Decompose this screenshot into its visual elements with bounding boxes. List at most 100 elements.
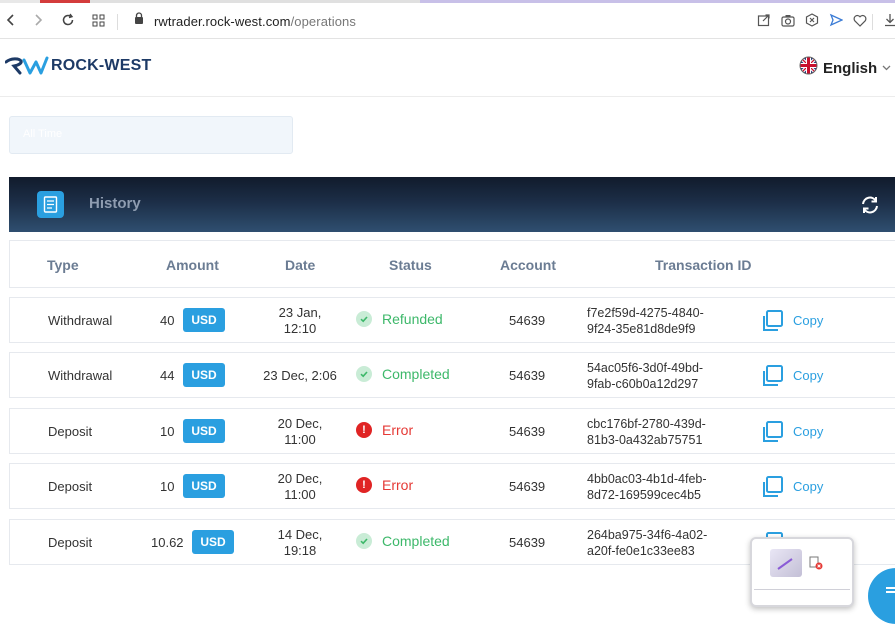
row-amount: 44 xyxy=(160,368,175,383)
check-icon xyxy=(356,366,372,382)
row-date-line2: 12:10 xyxy=(283,321,317,336)
copy-icon[interactable] xyxy=(760,364,784,388)
row-date-line2: 11:00 xyxy=(284,487,316,502)
toolbar-divider xyxy=(872,14,873,30)
close-circle-icon[interactable] xyxy=(802,10,822,30)
history-banner: History xyxy=(9,177,895,232)
row-date-line1: 14 Dec, xyxy=(277,527,323,542)
row-account: 54639 xyxy=(509,313,546,328)
table-row: Withdrawal 44 USD 23 Dec, 2:06 Completed… xyxy=(9,352,895,398)
row-date-line2: 19:18 xyxy=(283,543,317,558)
txid-line1: cbc176bf-2780-439d- xyxy=(587,417,706,431)
status-label: Completed xyxy=(382,366,450,382)
chat-icon xyxy=(886,587,895,593)
language-label: English xyxy=(823,59,878,77)
row-amount: 10.62 xyxy=(151,535,184,550)
send-icon[interactable] xyxy=(826,10,846,30)
row-transaction-id: cbc176bf-2780-439d- 81b3-0a432ab75751 xyxy=(587,416,706,448)
currency-badge: USD xyxy=(183,363,225,387)
row-account: 54639 xyxy=(509,424,546,439)
camera-icon[interactable] xyxy=(778,10,798,30)
copy-icon[interactable] xyxy=(760,475,784,499)
currency-badge: USD xyxy=(192,530,234,554)
toolbar-divider xyxy=(117,14,118,30)
check-icon xyxy=(356,533,372,549)
copy-button[interactable]: Copy xyxy=(793,313,823,328)
forward-icon[interactable] xyxy=(27,9,49,31)
column-header-status[interactable]: Status xyxy=(389,257,432,273)
row-status: Completed xyxy=(356,366,450,382)
logo-mark-icon xyxy=(5,56,49,75)
row-date-line1: 20 Dec, xyxy=(277,416,323,431)
row-amount: 10 xyxy=(160,424,175,439)
receipt-icon xyxy=(37,191,64,218)
row-transaction-id: 4bb0ac03-4b1d-4feb- 8d72-169599cec4b5 xyxy=(587,471,707,503)
status-label: Error xyxy=(382,477,414,493)
history-title: History xyxy=(89,195,141,212)
logo[interactable]: ROCK-WEST xyxy=(5,55,151,77)
heart-icon[interactable] xyxy=(850,10,870,30)
floating-popup[interactable] xyxy=(750,537,854,607)
refresh-icon[interactable] xyxy=(857,192,883,218)
row-date: 23 Jan, 12:10 xyxy=(250,305,350,337)
address-bar[interactable]: rwtrader.rock-west.com/operations xyxy=(134,10,356,32)
check-icon xyxy=(356,311,372,327)
reload-icon[interactable] xyxy=(57,9,79,31)
blocked-image-icon xyxy=(808,555,824,576)
row-date: 20 Dec, 11:00 xyxy=(250,471,350,503)
chat-button[interactable] xyxy=(868,568,895,624)
row-date-line1: 23 Dec, 2:06 xyxy=(263,368,337,383)
row-date-line2: 11:00 xyxy=(284,432,316,447)
share-icon[interactable] xyxy=(754,10,774,30)
txid-line1: 264ba975-34f6-4a02- xyxy=(587,528,708,542)
popup-thumbnail xyxy=(770,549,802,577)
uk-flag-icon xyxy=(799,56,818,80)
row-status: ! Error xyxy=(356,477,413,493)
column-header-type[interactable]: Type xyxy=(47,257,79,273)
row-amount: 40 xyxy=(160,313,175,328)
apps-icon[interactable] xyxy=(87,9,109,31)
txid-line1: 54ac05f6-3d0f-49bd- xyxy=(587,361,704,375)
browser-toolbar: rwtrader.rock-west.com/operations xyxy=(0,3,895,39)
txid-line2: a20f-fe0e1c33ee83 xyxy=(587,544,695,558)
row-status: ! Error xyxy=(356,422,413,438)
row-account: 54639 xyxy=(509,368,546,383)
status-label: Error xyxy=(382,422,414,438)
back-icon[interactable] xyxy=(0,9,22,31)
language-selector[interactable]: English xyxy=(799,56,891,80)
row-date-line1: 20 Dec, xyxy=(277,471,323,486)
error-icon: ! xyxy=(356,477,372,493)
table-row: Deposit 10 USD 20 Dec, 11:00 ! Error 546… xyxy=(9,463,895,509)
row-type: Deposit xyxy=(48,424,93,439)
txid-line2: 9f24-35e81d8de9f9 xyxy=(587,322,696,336)
site-header: ROCK-WEST English xyxy=(0,40,895,97)
status-label: Refunded xyxy=(382,311,443,327)
download-icon[interactable] xyxy=(880,10,895,30)
copy-button[interactable]: Copy xyxy=(793,479,823,494)
error-icon: ! xyxy=(356,422,372,438)
table-header: Type Amount Date Status Account Transact… xyxy=(9,240,895,288)
row-transaction-id: f7e2f59d-4275-4840- 9f24-35e81d8de9f9 xyxy=(587,305,704,337)
copy-button[interactable]: Copy xyxy=(793,424,823,439)
column-header-amount[interactable]: Amount xyxy=(166,257,219,273)
copy-icon[interactable] xyxy=(760,420,784,444)
row-status: Completed xyxy=(356,533,450,549)
copy-icon[interactable] xyxy=(760,309,784,333)
row-type: Withdrawal xyxy=(48,313,113,328)
url-host: rwtrader.rock-west.com xyxy=(154,13,291,29)
row-date-line1: 23 Jan, xyxy=(278,305,322,320)
column-header-transaction-id[interactable]: Transaction ID xyxy=(655,257,751,273)
currency-badge: USD xyxy=(183,308,225,332)
date-range-filter[interactable]: All Time xyxy=(9,116,293,154)
copy-button[interactable]: Copy xyxy=(793,368,823,383)
txid-line1: 4bb0ac03-4b1d-4feb- xyxy=(587,472,707,486)
txid-line2: 81b3-0a432ab75751 xyxy=(587,433,703,447)
column-header-account[interactable]: Account xyxy=(500,257,556,273)
popup-divider xyxy=(754,589,850,590)
row-account: 54639 xyxy=(509,479,546,494)
row-type: Withdrawal xyxy=(48,368,113,383)
column-header-date[interactable]: Date xyxy=(285,257,315,273)
chevron-down-icon xyxy=(882,63,891,74)
row-amount: 10 xyxy=(160,479,175,494)
txid-line1: f7e2f59d-4275-4840- xyxy=(587,306,704,320)
